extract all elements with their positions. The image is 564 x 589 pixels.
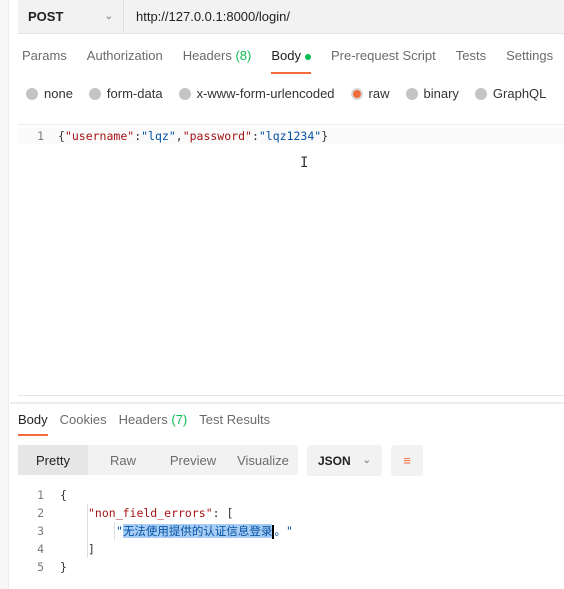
radio-raw[interactable]: raw <box>350 86 390 101</box>
tab-headers[interactable]: Headers (8) <box>183 48 252 74</box>
radio-graphql[interactable]: GraphQL <box>474 86 547 101</box>
radio-form-data[interactable]: form-data <box>88 86 163 101</box>
format-label: JSON <box>317 453 351 468</box>
radio-binary[interactable]: binary <box>405 86 459 101</box>
wrap-lines-button[interactable]: ≡ <box>391 445 423 476</box>
tab-headers-label: Headers <box>182 48 232 63</box>
view-preview[interactable]: Preview <box>158 445 228 475</box>
request-tabs: Params Authorization Headers (8) Body Pr… <box>22 48 564 74</box>
format-select[interactable]: JSON ⌄ <box>307 445 382 476</box>
radio-circle-selected <box>350 87 363 100</box>
response-tabs: Body Cookies Headers (7) Test Results <box>18 412 282 436</box>
headers-count: (8) <box>235 48 252 63</box>
line-number: 3 <box>37 524 44 538</box>
tab-label: Headers <box>118 412 168 427</box>
url-bar: POST ⌄ http://127.0.0.1:8000/login/ <box>18 0 564 34</box>
editor-line: 1 {"username":"lqz","password":"lqz1234"} <box>18 128 564 144</box>
radio-circle <box>88 87 101 100</box>
pane-divider[interactable] <box>10 402 564 404</box>
line-number: 4 <box>37 542 44 556</box>
line-number: 5 <box>37 560 44 574</box>
json-value: "lqz" <box>141 129 176 143</box>
chevron-down-icon: ⌄ <box>362 455 372 466</box>
tab-tests[interactable]: Tests <box>456 48 486 74</box>
tab-body[interactable]: Body <box>271 48 311 74</box>
text-cursor-icon: I <box>300 155 309 171</box>
json-key: "username" <box>64 129 135 143</box>
view-visualize[interactable]: Visualize <box>228 445 298 475</box>
radio-circle <box>178 87 191 100</box>
chevron-down-icon: ⌄ <box>104 11 113 22</box>
radio-label: x-www-form-urlencoded <box>196 86 335 101</box>
body-type-radios: none form-data x-www-form-urlencoded raw… <box>26 86 562 101</box>
view-pretty[interactable]: Pretty <box>18 445 88 475</box>
code-line: 3 "无法使用提供的认证信息登录 。" <box>18 522 293 540</box>
radio-label: GraphQL <box>492 86 547 101</box>
body-indicator-dot <box>304 53 311 60</box>
code-line: 1{ <box>18 486 67 504</box>
view-mode-segment: Pretty Raw Preview Visualize <box>18 445 298 475</box>
radio-label: raw <box>368 86 390 101</box>
tab-authorization[interactable]: Authorization <box>87 48 163 74</box>
line-number: 2 <box>37 506 44 520</box>
line-number: 1 <box>37 129 44 143</box>
tab-body-label: Body <box>271 48 301 63</box>
response-tab-headers[interactable]: Headers (7) <box>119 412 188 436</box>
radio-label: form-data <box>106 86 163 101</box>
line-number: 1 <box>37 488 44 502</box>
code-line: 2 "non_field_errors": [ <box>18 504 233 522</box>
response-body[interactable]: 1{ 2 "non_field_errors": [ 3 "无法使用提供的认证信息登… <box>0 486 564 586</box>
tab-settings[interactable]: Settings <box>506 48 553 74</box>
code-line: 4] <box>18 540 95 558</box>
response-tab-test-results[interactable]: Test Results <box>199 412 270 436</box>
selected-message: 无法使用提供的认证信息登录 <box>122 524 273 538</box>
headers-count: (7) <box>171 412 188 427</box>
radio-urlencoded[interactable]: x-www-form-urlencoded <box>178 86 335 101</box>
request-body-editor[interactable]: 1 {"username":"lqz","password":"lqz1234"}… <box>18 124 564 396</box>
method-label: POST <box>28 9 64 24</box>
message-tail: 。 <box>274 524 286 538</box>
wrap-icon: ≡ <box>403 453 411 468</box>
radio-none[interactable]: none <box>26 86 73 101</box>
tab-pre-request-script[interactable]: Pre-request Script <box>331 48 436 74</box>
radio-label: none <box>44 86 73 101</box>
method-select[interactable]: POST ⌄ <box>18 0 124 34</box>
radio-label: binary <box>423 86 459 101</box>
tab-params[interactable]: Params <box>22 48 67 74</box>
json-value: "lqz1234" <box>258 129 322 143</box>
radio-circle <box>26 87 38 100</box>
json-key: "non_field_errors" <box>88 506 213 520</box>
code-line: 5} <box>18 558 67 576</box>
view-raw[interactable]: Raw <box>88 445 158 475</box>
response-tab-body[interactable]: Body <box>18 412 48 436</box>
url-input[interactable]: http://127.0.0.1:8000/login/ <box>124 9 290 24</box>
radio-circle <box>474 87 487 100</box>
radio-circle <box>405 87 418 100</box>
response-tab-cookies[interactable]: Cookies <box>60 412 107 436</box>
json-key: "password" <box>182 129 252 143</box>
